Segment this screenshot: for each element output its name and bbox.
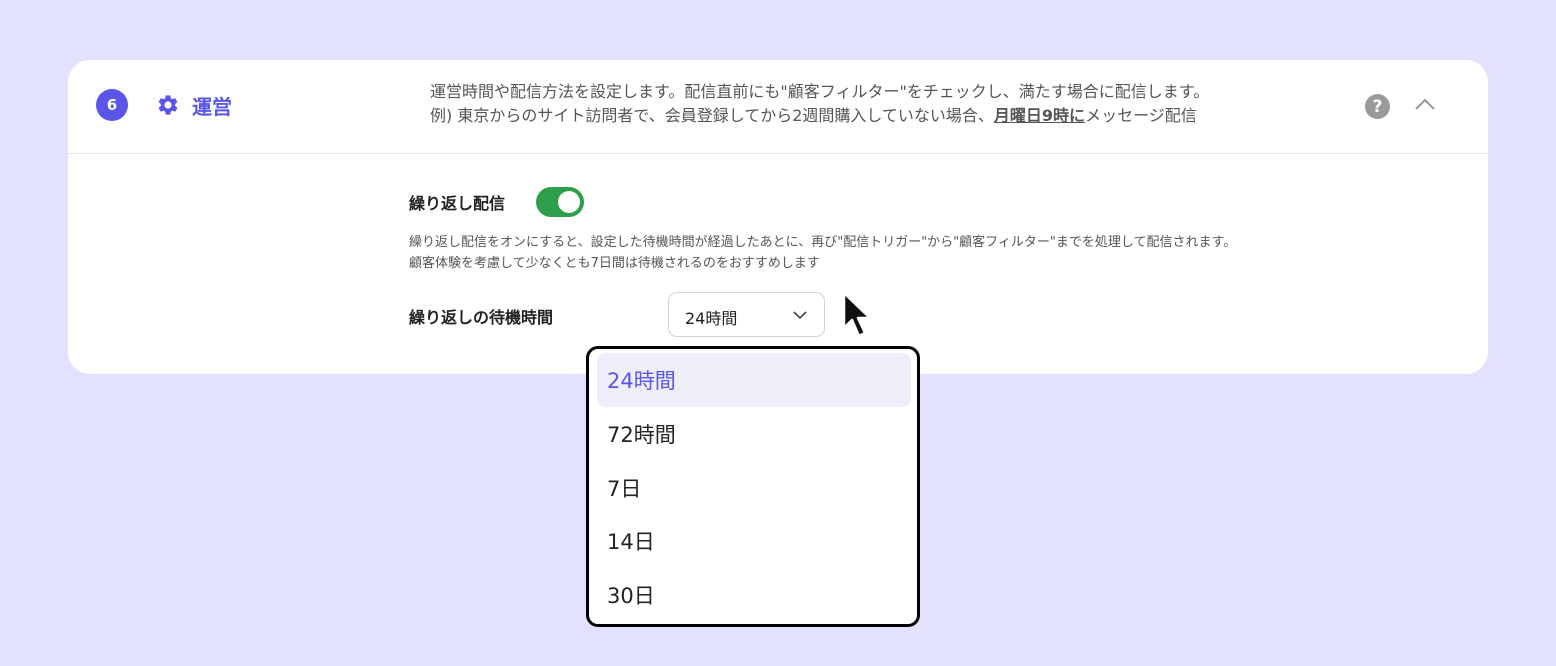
option-7d[interactable]: 7日 [597,461,911,515]
option-72h[interactable]: 72時間 [597,407,911,461]
option-30d[interactable]: 30日 [597,568,911,622]
repeat-delivery-toggle[interactable] [536,187,584,217]
wait-time-select[interactable]: 24時間 [668,292,825,337]
chevron-down-icon [793,311,807,320]
repeat-delivery-label: 繰り返し配信 [409,194,506,213]
option-14d[interactable]: 14日 [597,514,911,568]
section-divider [68,153,1488,154]
chevron-up-icon[interactable] [1414,96,1436,112]
section-title: 運営 [192,95,232,119]
repeat-description-line-2: 顧客体験を考慮して少なくとも7日間は待機されるのをおすすめします [409,256,820,271]
step-number-badge: 6 [96,89,128,121]
description-line-2: 例) 東京からのサイト訪問者で、会員登録してから2週間購入していない場合、月曜日… [430,104,1350,128]
description-example-prefix: 例) 東京からのサイト訪問者で、会員登録してから2週間購入していない場合、 [430,106,994,125]
description-example-suffix: メッセージ配信 [1085,106,1197,125]
gear-icon [158,95,178,115]
section-header[interactable]: 6 運営 運営時間や配信方法を設定します。配信直前にも"顧客フィルター"をチェッ… [68,60,1488,153]
description-emphasis: 月曜日9時に [993,106,1086,125]
toggle-knob [558,191,580,213]
section-description: 運営時間や配信方法を設定します。配信直前にも"顧客フィルター"をチェックし、満た… [430,80,1350,128]
operation-section-card: 6 運営 運営時間や配信方法を設定します。配信直前にも"顧客フィルター"をチェッ… [68,60,1488,374]
repeat-delivery-description: 繰り返し配信をオンにすると、設定した待機時間が経過したあとに、再び"配信トリガー… [409,232,1469,274]
wait-time-label: 繰り返しの待機時間 [409,308,554,327]
option-24h[interactable]: 24時間 [597,353,911,407]
description-line-1: 運営時間や配信方法を設定します。配信直前にも"顧客フィルター"をチェックし、満た… [430,82,1210,101]
repeat-description-line-1: 繰り返し配信をオンにすると、設定した待機時間が経過したあとに、再び"配信トリガー… [409,235,1237,250]
wait-time-dropdown-menu: 24時間 72時間 7日 14日 30日 [586,346,920,627]
question-circle-icon[interactable]: ? [1365,94,1390,119]
wait-time-selected-value: 24時間 [685,309,738,328]
mouse-pointer-icon [842,291,872,338]
